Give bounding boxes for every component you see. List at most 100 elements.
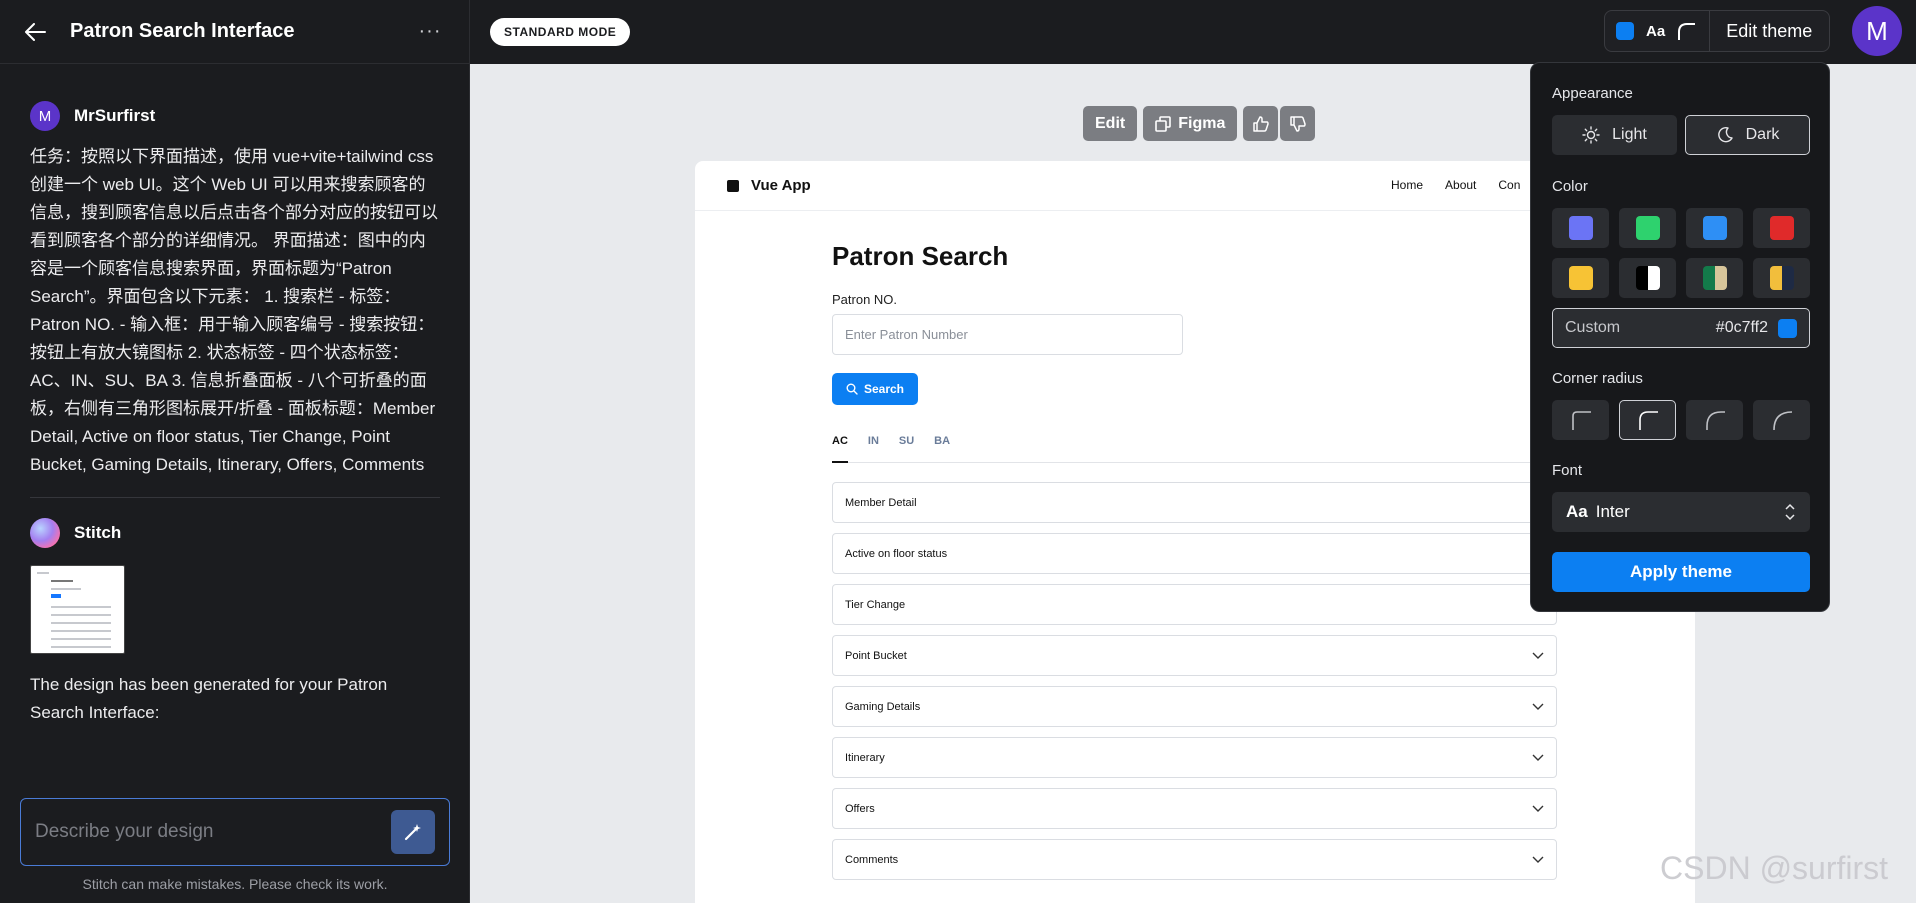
app-name: Vue App — [751, 177, 811, 194]
color-option-yellow-navy[interactable] — [1753, 258, 1810, 298]
color-swatch — [1635, 216, 1660, 240]
panel-title: Itinerary — [845, 751, 885, 764]
figma-label: Figma — [1178, 114, 1226, 132]
color-options — [1552, 208, 1810, 298]
design-thumbnail[interactable] — [30, 565, 125, 654]
light-mode-button[interactable]: Light — [1552, 115, 1677, 155]
nav-link-home[interactable]: Home — [1391, 178, 1423, 192]
user-avatar: M — [30, 101, 60, 131]
corner-radius-none[interactable] — [1552, 400, 1609, 440]
color-option-yellow[interactable] — [1552, 258, 1609, 298]
panel-active-on-floor[interactable]: Active on floor status — [832, 533, 1557, 574]
user-message-header: M MrSurfirst — [30, 101, 440, 131]
canvas-toolbar: Edit Figma — [1083, 106, 1316, 141]
prompt-box — [20, 798, 450, 866]
nav-link-contact[interactable]: Con — [1498, 178, 1520, 192]
font-name: Inter — [1595, 502, 1630, 521]
theme-selector[interactable]: Aa Edit theme — [1604, 10, 1830, 52]
top-bar: STANDARD MODE Aa Edit theme M — [470, 0, 1916, 64]
app-logo-icon — [727, 179, 739, 192]
corner-radius-full[interactable] — [1753, 400, 1810, 440]
tab-ba[interactable]: BA — [934, 435, 950, 463]
tab-su[interactable]: SU — [899, 435, 914, 463]
panel-tier-change[interactable]: Tier Change — [832, 584, 1557, 625]
panel-comments[interactable]: Comments — [832, 839, 1557, 880]
color-option-indigo[interactable] — [1552, 208, 1609, 248]
feedback-buttons — [1243, 106, 1316, 141]
theme-popover: Appearance Light Dark Color Custom #0c7f… — [1530, 62, 1830, 612]
patron-number-input[interactable] — [832, 314, 1183, 355]
chevron-down-icon — [1532, 703, 1544, 710]
tab-ac[interactable]: AC — [832, 435, 848, 463]
panel-offers[interactable]: Offers — [832, 788, 1557, 829]
color-option-red[interactable] — [1753, 208, 1810, 248]
mode-badge[interactable]: STANDARD MODE — [490, 18, 631, 46]
apply-theme-button[interactable]: Apply theme — [1552, 552, 1810, 592]
divider — [30, 497, 440, 498]
moon-icon — [1717, 126, 1733, 143]
bot-message-header: Stitch — [30, 518, 440, 548]
color-option-blue[interactable] — [1686, 208, 1743, 248]
nav-link-about[interactable]: About — [1445, 178, 1476, 192]
corner-radius-medium-icon — [1638, 411, 1658, 430]
panel-gaming-details[interactable]: Gaming Details — [832, 686, 1557, 727]
color-swatch — [1702, 216, 1727, 240]
sun-icon — [1582, 126, 1600, 144]
thumbs-down-button[interactable] — [1280, 106, 1316, 141]
copy-icon — [1155, 115, 1172, 132]
search-button[interactable]: Search — [832, 373, 918, 405]
tab-in[interactable]: IN — [868, 435, 879, 463]
color-option-black-white[interactable] — [1619, 258, 1676, 298]
panel-title: Point Bucket — [845, 649, 907, 662]
corner-radius-medium[interactable] — [1619, 400, 1676, 440]
corner-radius-full-icon — [1772, 411, 1792, 431]
search-label: Search — [863, 382, 905, 396]
font-select[interactable]: Aa Inter — [1552, 492, 1810, 532]
panel-itinerary[interactable]: Itinerary — [832, 737, 1557, 778]
font-label: Font — [1552, 462, 1583, 479]
corner-radius-icon — [1678, 23, 1696, 40]
edit-theme-button[interactable]: Edit theme — [1726, 21, 1812, 42]
status-tabs: AC IN SU BA — [832, 435, 1557, 463]
corner-radius-large[interactable] — [1686, 400, 1743, 440]
chat-history[interactable]: M MrSurfirst 任务：按照以下界面描述，使用 vue+vite+tai… — [0, 64, 470, 794]
generate-button[interactable] — [391, 810, 435, 854]
color-option-green-beige[interactable] — [1686, 258, 1743, 298]
magic-wand-icon — [404, 824, 421, 841]
separator — [1709, 10, 1711, 52]
thumbs-up-button[interactable] — [1243, 106, 1279, 141]
chat-header: Patron Search Interface ··· — [0, 0, 469, 64]
describe-design-input[interactable] — [35, 821, 391, 843]
page-title: Patron Search — [832, 241, 1009, 271]
chevron-down-icon — [1532, 652, 1544, 659]
account-avatar[interactable]: M — [1852, 6, 1902, 56]
appearance-label: Appearance — [1552, 85, 1633, 102]
chevron-down-icon — [1532, 754, 1544, 761]
custom-hex-value: #0c7ff2 — [1715, 319, 1768, 336]
figma-button[interactable]: Figma — [1143, 106, 1238, 141]
bot-name: Stitch — [74, 523, 122, 542]
corner-radius-small-icon — [1571, 411, 1591, 430]
color-label: Color — [1552, 178, 1588, 195]
stitch-avatar — [30, 518, 60, 548]
watermark: CSDN @surfirst — [1660, 850, 1889, 886]
panel-point-bucket[interactable]: Point Bucket — [832, 635, 1557, 676]
panel-title: Tier Change — [845, 598, 906, 611]
dark-mode-button[interactable]: Dark — [1685, 115, 1810, 155]
color-swatch — [1769, 266, 1794, 290]
more-options-icon[interactable]: ··· — [415, 17, 445, 47]
panel-title: Comments — [845, 853, 899, 866]
edit-button[interactable]: Edit — [1083, 106, 1138, 141]
light-label: Light — [1612, 126, 1647, 143]
disclaimer-text: Stitch can make mistakes. Please check i… — [82, 876, 388, 892]
color-swatch — [1568, 266, 1593, 290]
back-arrow-icon[interactable] — [20, 17, 50, 47]
thumbs-down-icon — [1290, 115, 1306, 132]
custom-color-field[interactable]: Custom #0c7ff2 — [1552, 308, 1810, 348]
patron-search-content: Patron Search Patron NO. Search AC IN SU… — [832, 241, 1557, 890]
panel-title: Offers — [845, 802, 875, 815]
color-option-green[interactable] — [1619, 208, 1676, 248]
corner-radius-label: Corner radius — [1552, 370, 1643, 387]
color-swatch — [1769, 216, 1794, 240]
panel-member-detail[interactable]: Member Detail — [832, 482, 1557, 523]
